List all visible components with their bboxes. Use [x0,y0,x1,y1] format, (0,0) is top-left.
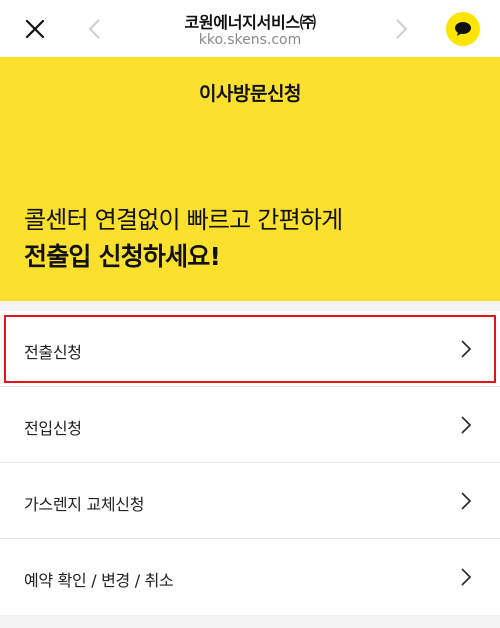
hero-title: 이사방문신청 [199,83,301,105]
kakao-chat-icon [455,22,471,36]
menu-item-label: 예약 확인 / 변경 / 취소 [24,571,174,590]
hero-headline: 전출입 신청하세요! [24,242,221,271]
page-url: kko.skens.com [198,32,302,48]
menu-item-move-out[interactable]: 전출신청 [0,311,500,387]
menu-item-reservation-manage[interactable]: 예약 확인 / 변경 / 취소 [0,539,500,615]
menu-item-label: 전입신청 [24,419,82,438]
page-title: 코원에너지서비스㈜ [184,13,316,32]
kakao-chat-button[interactable] [446,12,480,46]
menu-list: 전출신청 전입신청 가스렌지 교체신청 예약 확인 / 변경 / 취소 [0,311,500,615]
hero-banner: 이사방문신청 콜센터 연결없이 빠르고 간편하게 전출입 신청하세요! [0,57,500,301]
chevron-right-icon [461,492,472,510]
chevron-right-icon [461,568,472,586]
menu-item-label: 전출신청 [24,343,82,362]
browser-header: 코원에너지서비스㈜ kko.skens.com [0,0,500,57]
menu-item-label: 가스렌지 교체신청 [24,495,145,514]
hero-subtitle: 콜센터 연결없이 빠르고 간편하게 [24,206,343,234]
chevron-right-icon [396,19,408,39]
chevron-right-icon [461,416,472,434]
forward-button[interactable] [392,17,410,41]
menu-item-move-in[interactable]: 전입신청 [0,387,500,463]
menu-item-gas-range-replace[interactable]: 가스렌지 교체신청 [0,463,500,539]
chevron-right-icon [461,340,472,358]
